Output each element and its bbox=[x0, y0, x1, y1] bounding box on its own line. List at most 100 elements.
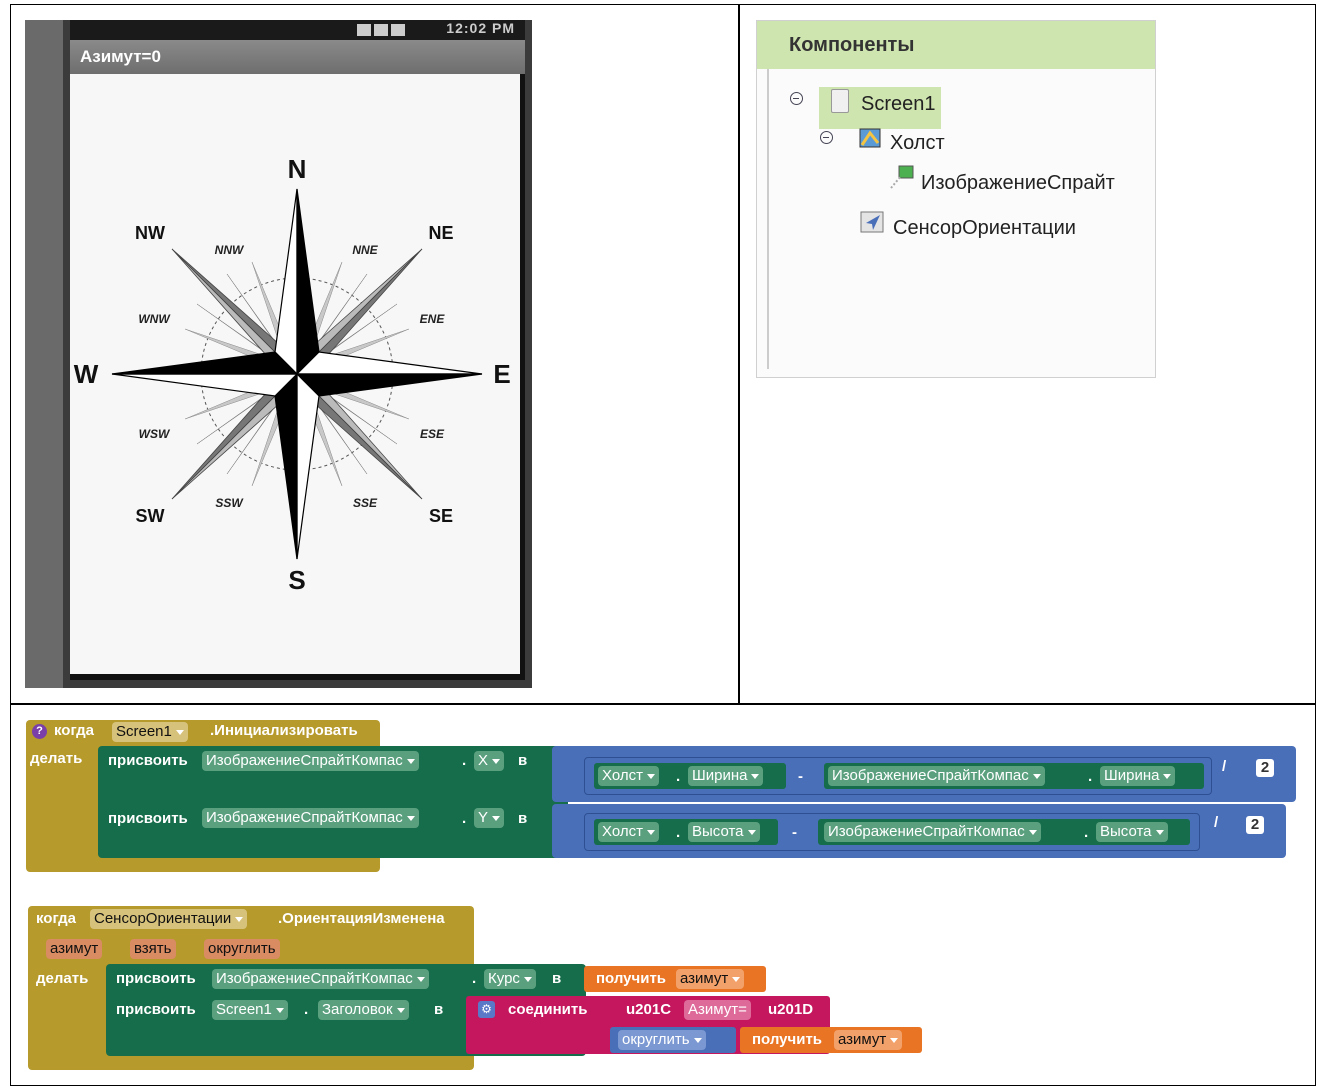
dot-label: . bbox=[1084, 824, 1089, 841]
component-dropdown-sprite[interactable]: ИзображениеСпрайтКомпас bbox=[202, 751, 419, 771]
tree-item-orientation-sensor[interactable]: СенсорОриентации bbox=[893, 217, 1076, 240]
compass-label-nw: NW bbox=[135, 223, 165, 243]
component-dropdown-sprite[interactable]: ИзображениеСпрайтКомпас bbox=[824, 822, 1041, 842]
sprite-icon bbox=[889, 164, 914, 189]
collapse-toggle-canvas[interactable] bbox=[820, 131, 833, 144]
collapse-toggle-screen1[interactable] bbox=[790, 92, 803, 105]
divide-label: / bbox=[1222, 758, 1227, 775]
compass-label-e: E bbox=[493, 359, 510, 389]
phone-bezel bbox=[25, 20, 63, 688]
orientation-sensor-icon bbox=[860, 209, 884, 233]
compass-label-nne: NNE bbox=[352, 243, 378, 257]
dot-label: . bbox=[462, 810, 467, 827]
event-name: .Инициализировать bbox=[210, 722, 358, 739]
compass-label-se: SE bbox=[429, 506, 453, 526]
components-panel: Компоненты Screen1 Холст ИзображениеСпра… bbox=[756, 20, 1156, 378]
variable-dropdown-azimuth[interactable]: азимут bbox=[676, 969, 745, 989]
round-dropdown[interactable]: округлить bbox=[618, 1030, 706, 1050]
property-dropdown-width[interactable]: Ширина bbox=[1100, 766, 1176, 786]
cardinal-star bbox=[111, 188, 483, 560]
when-label: когда bbox=[54, 722, 95, 739]
help-icon[interactable]: ? bbox=[32, 724, 47, 739]
component-dropdown-canvas[interactable]: Холст bbox=[598, 822, 659, 842]
dot-label: . bbox=[462, 752, 467, 769]
compass-label-ssw: SSW bbox=[215, 496, 244, 510]
when-label: когда bbox=[36, 910, 77, 927]
set-label: присвоить bbox=[116, 970, 196, 987]
minus-label: - bbox=[792, 824, 797, 841]
param-azimuth[interactable]: азимут bbox=[46, 939, 103, 959]
compass-label-w: W bbox=[74, 359, 99, 389]
dot-label: . bbox=[304, 1001, 309, 1018]
minus-label: - bbox=[798, 768, 803, 785]
dot-label: . bbox=[1088, 768, 1093, 785]
text-literal[interactable]: Азимут= bbox=[684, 1000, 751, 1020]
component-dropdown-screen1[interactable]: Screen1 bbox=[112, 722, 188, 742]
quote-close: u201D bbox=[768, 1001, 814, 1018]
dot-label: . bbox=[472, 970, 477, 987]
set-label: присвоить bbox=[116, 1001, 196, 1018]
event-name: .ОриентацияИзменена bbox=[278, 910, 445, 927]
property-dropdown-x[interactable]: X bbox=[474, 751, 505, 771]
property-dropdown-title[interactable]: Заголовок bbox=[318, 1000, 409, 1020]
get-label: получить bbox=[596, 970, 667, 987]
compass-label-ese: ESE bbox=[420, 427, 445, 441]
compass-rose[interactable]: N S E W NW NE SW SE NNW NNE WNW ENE WSW … bbox=[70, 74, 520, 674]
compass-label-nnw: NNW bbox=[215, 243, 245, 257]
to-label: в bbox=[518, 810, 528, 827]
to-label: в bbox=[518, 752, 528, 769]
compass-label-n: N bbox=[288, 154, 307, 184]
property-dropdown-height[interactable]: Высота bbox=[1096, 822, 1168, 842]
tree-item-canvas[interactable]: Холст bbox=[890, 132, 945, 155]
divide-label: / bbox=[1214, 814, 1219, 831]
app-title: Азимут=0 bbox=[70, 40, 525, 74]
tree-item-screen1[interactable]: Screen1 bbox=[861, 93, 936, 116]
quote-open: u201C bbox=[626, 1001, 672, 1018]
property-dropdown-heading[interactable]: Курс bbox=[484, 969, 536, 989]
get-label: получить bbox=[752, 1031, 823, 1048]
component-dropdown-canvas[interactable]: Холст bbox=[598, 766, 659, 786]
canvas-icon bbox=[858, 125, 881, 148]
compass-label-sw: SW bbox=[136, 506, 165, 526]
component-dropdown-orientation-sensor[interactable]: СенсорОриентации bbox=[90, 909, 248, 929]
component-dropdown-sprite[interactable]: ИзображениеСпрайтКомпас bbox=[202, 808, 419, 828]
cell-divider-horizontal bbox=[10, 703, 1316, 705]
set-label: присвоить bbox=[108, 752, 188, 769]
compass-label-wsw: WSW bbox=[139, 427, 171, 441]
status-icons bbox=[354, 23, 405, 39]
compass-label-s: S bbox=[288, 565, 305, 595]
compass-label-ne: NE bbox=[428, 223, 453, 243]
component-dropdown-sprite[interactable]: ИзображениеСпрайтКомпас bbox=[828, 766, 1045, 786]
number-block-2[interactable]: 2 bbox=[1256, 759, 1274, 777]
dot-label: . bbox=[676, 768, 681, 785]
property-dropdown-y[interactable]: Y bbox=[474, 808, 505, 828]
join-label: соединить bbox=[508, 1001, 588, 1018]
component-dropdown-sprite[interactable]: ИзображениеСпрайтКомпас bbox=[212, 969, 429, 989]
status-bar: 12:02 PM bbox=[70, 20, 525, 40]
phone-screen: 12:02 PM Азимут=0 N S E W NW NE SW SE NN… bbox=[70, 20, 525, 680]
gear-icon[interactable]: ⚙ bbox=[478, 1001, 495, 1018]
component-dropdown-screen1[interactable]: Screen1 bbox=[212, 1000, 288, 1020]
set-label: присвоить bbox=[108, 810, 188, 827]
to-label: в bbox=[434, 1001, 444, 1018]
status-clock: 12:02 PM bbox=[446, 20, 515, 36]
screen-icon bbox=[831, 89, 849, 113]
number-block-2[interactable]: 2 bbox=[1246, 816, 1264, 834]
do-label: делать bbox=[36, 970, 89, 987]
property-dropdown-height[interactable]: Высота bbox=[688, 822, 760, 842]
compass-label-ene: ENE bbox=[420, 312, 446, 326]
param-pitch[interactable]: взять bbox=[130, 939, 176, 959]
to-label: в bbox=[552, 970, 562, 987]
components-header: Компоненты bbox=[757, 21, 1155, 69]
canvas[interactable]: N S E W NW NE SW SE NNW NNE WNW ENE WSW … bbox=[70, 74, 520, 674]
compass-label-wnw: WNW bbox=[138, 312, 171, 326]
dot-label: . bbox=[676, 824, 681, 841]
tree-item-sprite[interactable]: ИзображениеСпрайт bbox=[921, 172, 1141, 195]
param-roll[interactable]: округлить bbox=[204, 939, 280, 959]
tree-rail bbox=[767, 69, 769, 369]
compass-label-sse: SSE bbox=[353, 496, 378, 510]
phone-screenshot: 12:02 PM Азимут=0 N S E W NW NE SW SE NN… bbox=[25, 20, 532, 688]
cell-divider-vertical bbox=[738, 4, 740, 704]
variable-dropdown-azimuth[interactable]: азимут bbox=[834, 1030, 903, 1050]
property-dropdown-width[interactable]: Ширина bbox=[688, 766, 764, 786]
